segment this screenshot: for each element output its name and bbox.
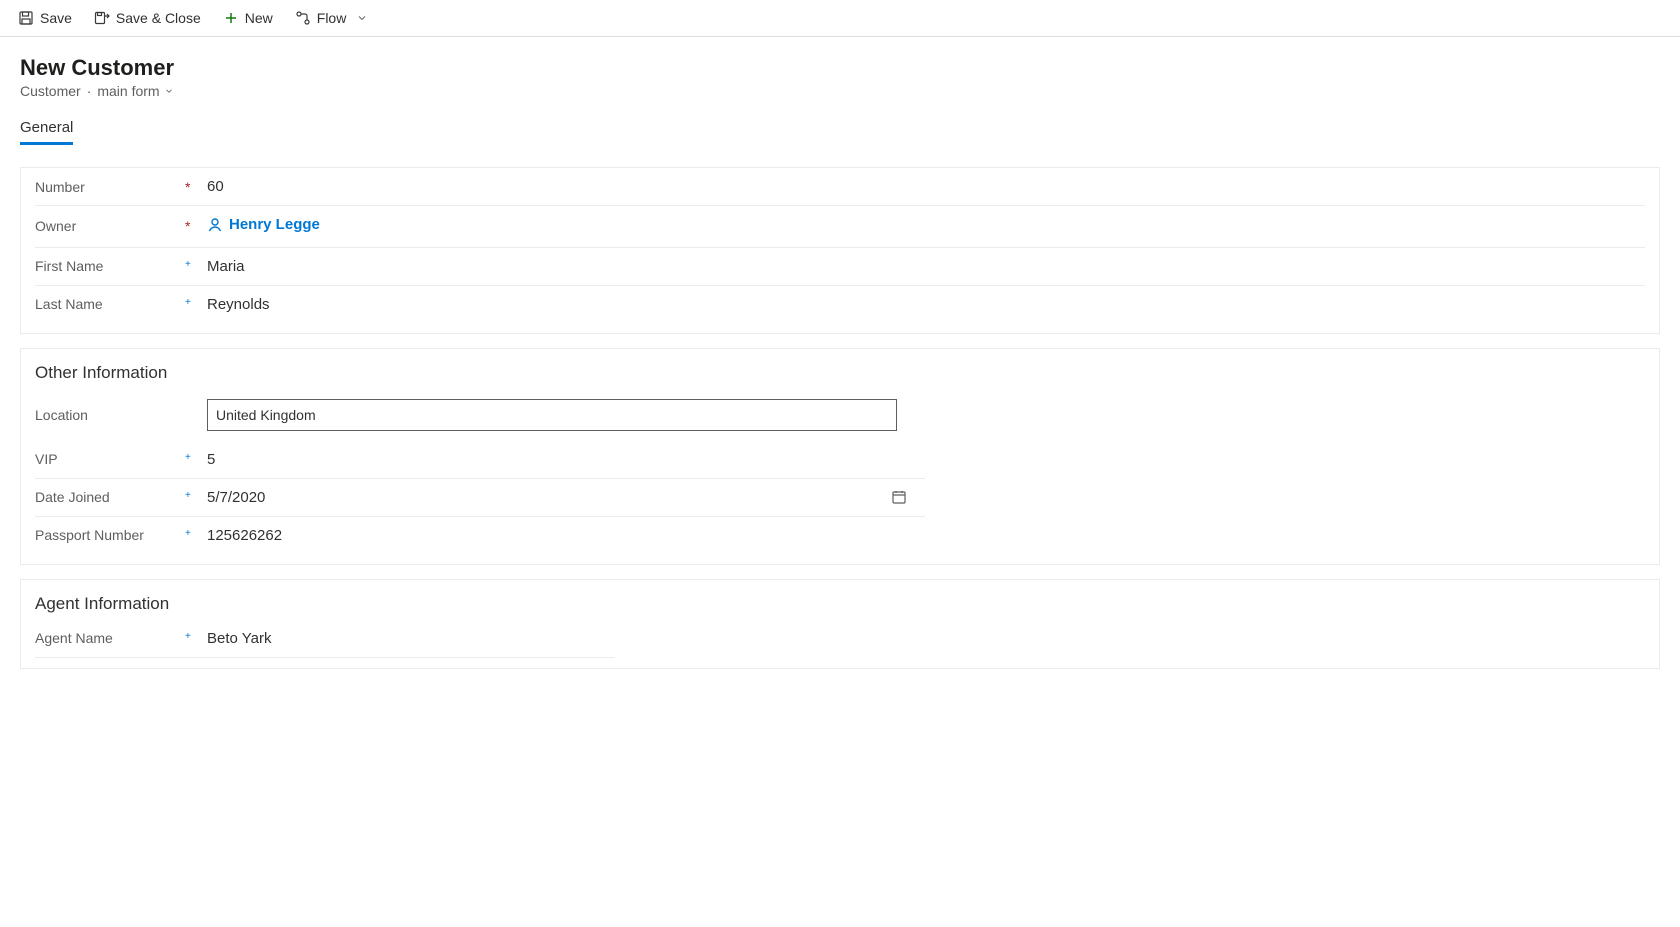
value-last-name: Reynolds (201, 296, 1645, 313)
save-close-label: Save & Close (116, 10, 201, 26)
recommended-indicator: + (185, 490, 191, 501)
form-name: main form (97, 83, 159, 99)
label-passport: Passport Number (35, 527, 185, 543)
flow-button[interactable]: Flow (289, 6, 375, 30)
required-indicator: * (185, 179, 190, 195)
label-first-name: First Name (35, 258, 185, 274)
new-label: New (245, 10, 273, 26)
field-date-joined[interactable]: Date Joined + 5/7/2020 (35, 479, 925, 517)
value-date-joined: 5/7/2020 (207, 489, 891, 506)
section-other-information: Other Information Location VIP + 5 Date … (20, 348, 1660, 565)
heading-other-information: Other Information (21, 349, 1659, 389)
field-number[interactable]: Number * 60 (35, 168, 1645, 206)
owner-link[interactable]: Henry Legge (207, 216, 320, 233)
label-agent-name: Agent Name (35, 630, 185, 646)
field-location[interactable]: Location (35, 389, 925, 441)
recommended-indicator: + (185, 297, 191, 308)
label-owner: Owner (35, 218, 185, 234)
flow-icon (295, 10, 311, 26)
field-vip[interactable]: VIP + 5 (35, 441, 925, 479)
label-number: Number (35, 179, 185, 195)
save-button[interactable]: Save (12, 6, 78, 30)
save-close-button[interactable]: Save & Close (88, 6, 207, 30)
required-indicator: * (185, 218, 190, 234)
person-icon (207, 217, 223, 233)
separator-dot: · (87, 83, 92, 99)
recommended-indicator: + (185, 452, 191, 463)
location-input[interactable] (207, 399, 897, 431)
label-last-name: Last Name (35, 296, 185, 312)
subtitle: Customer · main form (20, 83, 1660, 99)
heading-agent-information: Agent Information (21, 580, 1659, 620)
save-icon (18, 10, 34, 26)
field-last-name[interactable]: Last Name + Reynolds (35, 286, 1645, 323)
new-button[interactable]: New (217, 6, 279, 30)
form-selector[interactable]: main form (97, 83, 173, 99)
field-passport[interactable]: Passport Number + 125626262 (35, 517, 925, 554)
form-header: New Customer Customer · main form Genera… (0, 37, 1680, 153)
value-passport: 125626262 (201, 527, 925, 544)
plus-icon (223, 10, 239, 26)
flow-label: Flow (317, 10, 347, 26)
value-first-name: Maria (201, 258, 1645, 275)
recommended-indicator: + (185, 631, 191, 642)
value-number: 60 (201, 178, 1645, 195)
label-vip: VIP (35, 451, 185, 467)
field-owner[interactable]: Owner * Henry Legge (35, 206, 1645, 248)
save-close-icon (94, 10, 110, 26)
owner-name: Henry Legge (229, 216, 320, 233)
value-agent-name: Beto Yark (201, 630, 615, 647)
entity-name: Customer (20, 83, 81, 99)
label-date-joined: Date Joined (35, 489, 185, 505)
label-location: Location (35, 407, 185, 423)
tab-general[interactable]: General (20, 113, 73, 145)
chevron-down-icon (356, 12, 368, 24)
calendar-icon[interactable] (891, 489, 907, 505)
section-agent-information: Agent Information Agent Name + Beto Yark (20, 579, 1660, 669)
recommended-indicator: + (185, 528, 191, 539)
tab-strip: General (20, 113, 1660, 145)
save-label: Save (40, 10, 72, 26)
command-bar: Save Save & Close New Flow (0, 0, 1680, 37)
field-first-name[interactable]: First Name + Maria (35, 248, 1645, 286)
page-title: New Customer (20, 55, 1660, 81)
section-general: Number * 60 Owner * Henry Legge (20, 167, 1660, 334)
field-agent-name[interactable]: Agent Name + Beto Yark (35, 620, 615, 658)
chevron-down-icon (164, 86, 174, 96)
value-vip: 5 (201, 451, 925, 468)
form-body: Number * 60 Owner * Henry Legge (0, 167, 1680, 709)
recommended-indicator: + (185, 259, 191, 270)
